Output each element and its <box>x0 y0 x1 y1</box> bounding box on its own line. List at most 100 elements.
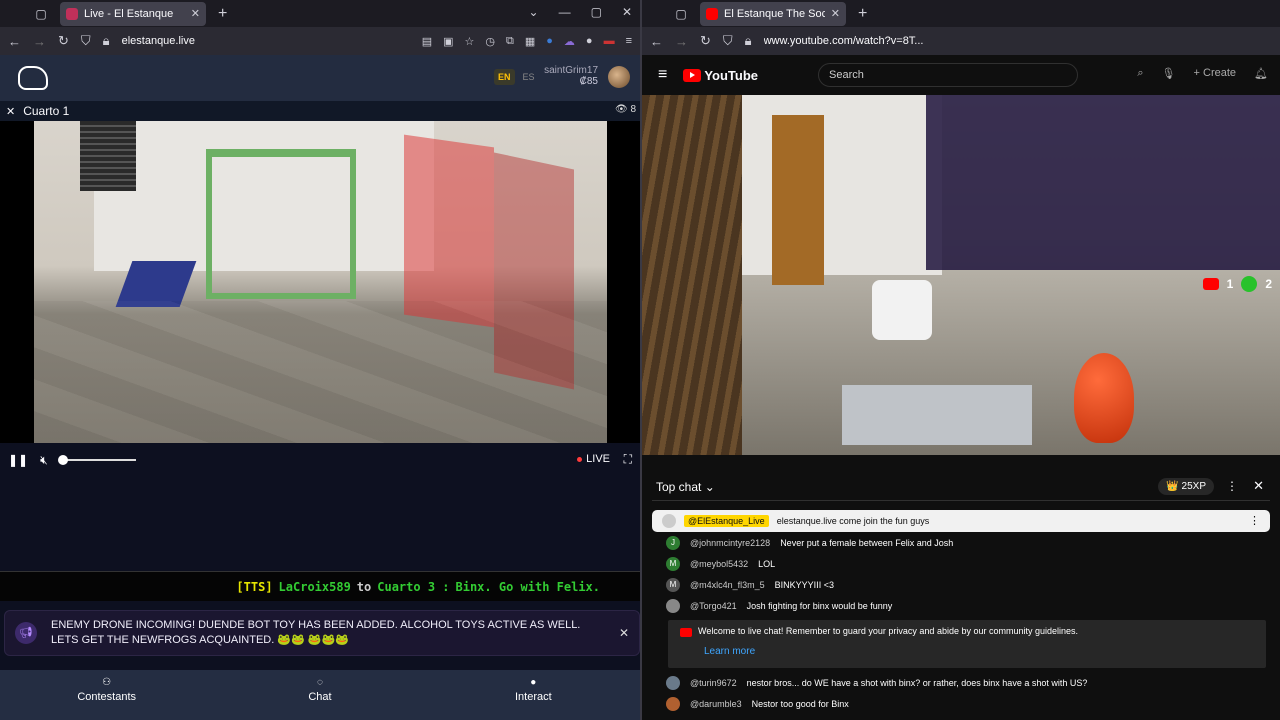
avatar <box>666 598 680 613</box>
camera-feed-image <box>34 121 607 443</box>
tab-list-icon[interactable]: ⌄ <box>529 5 539 19</box>
live-chat: Top chat ⌄ 👑 25XP ⋮ ✕ @ElEstanque_Live e… <box>652 473 1270 720</box>
lock-icon: 🔒︎ <box>744 33 752 48</box>
volume-slider[interactable] <box>57 455 136 465</box>
nav-chat[interactable]: ◌ Chat <box>213 670 426 720</box>
minimize-icon[interactable]: — <box>559 5 571 19</box>
close-room-icon[interactable]: ✕ <box>6 105 15 118</box>
forward-icon[interactable]: → <box>33 34 46 49</box>
back-icon[interactable]: ← <box>8 34 21 49</box>
tab-overview-icon[interactable]: ▢ <box>670 7 692 21</box>
lang-en-button[interactable]: EN <box>494 69 515 85</box>
nav-interact[interactable]: ● Interact <box>427 670 640 720</box>
bottom-nav: ⚇ Contestants ◌ Chat ● Interact <box>0 670 640 720</box>
shield-icon[interactable]: ⛉ <box>81 33 91 49</box>
bell-icon[interactable]: 🔔︎ <box>1254 67 1268 80</box>
youtube-logo[interactable]: YouTube <box>683 68 758 83</box>
search-icon[interactable]: ⌕ <box>1137 67 1143 80</box>
pinned-message[interactable]: @ElEstanque_Live elestanque.live come jo… <box>652 510 1270 532</box>
left-nav-bar: ← → ↻ ⛉ 🔒︎ elestanque.live ▤ ▣ ☆ ◷ ⧉ ▦ ●… <box>0 27 640 55</box>
mute-icon[interactable]: 🔇︎ <box>40 453 48 468</box>
chat-text: BINKYYYIII <3 <box>774 579 834 590</box>
bookmark-star-icon[interactable]: ☆ <box>465 35 475 48</box>
back-icon[interactable]: ← <box>650 34 663 49</box>
pause-icon[interactable]: ❚❚ <box>8 453 28 467</box>
forward-icon[interactable]: → <box>675 34 688 49</box>
cloud-addon-icon[interactable]: ☁ <box>564 35 575 48</box>
chat-message[interactable]: M @m4xlc4n_fl3m_5 BINKYYYIII <3 <box>652 574 1270 595</box>
pinned-more-icon[interactable]: ⋮ <box>1249 514 1260 527</box>
close-announcement-icon[interactable]: ✕ <box>619 626 629 640</box>
learn-more-link[interactable]: Learn more <box>678 646 1256 657</box>
nav-contestants[interactable]: ⚇ Contestants <box>0 670 213 720</box>
chat-message[interactable]: M @meybol5432 LOL <box>652 553 1270 574</box>
left-active-tab[interactable]: Live - El Estanque ✕ <box>60 1 206 26</box>
youtube-video-player[interactable]: 1 2 <box>642 95 1280 455</box>
reload-icon[interactable]: ↻ <box>700 33 711 49</box>
favicon-icon <box>66 7 78 20</box>
chat-mode-dropdown[interactable]: Top chat ⌄ <box>656 480 715 494</box>
people-icon: ⚇ <box>102 677 112 688</box>
youtube-favicon-icon <box>706 7 718 20</box>
chat-author[interactable]: @turin9672 <box>690 678 737 688</box>
avatar: M <box>666 556 680 571</box>
reader-icon[interactable]: ▤ <box>422 35 432 48</box>
shield-icon[interactable]: ⛉ <box>723 33 733 49</box>
viewer-count: 👁︎ 8 <box>615 104 636 115</box>
circle-addon-icon[interactable]: ● <box>546 35 553 48</box>
youtube-search-input[interactable]: Search <box>818 63 1078 87</box>
chat-author[interactable]: @johnmcintyre2128 <box>690 538 770 548</box>
addon-icon[interactable]: ▦ <box>525 35 535 48</box>
close-tab-icon[interactable]: ✕ <box>191 7 200 20</box>
avatar <box>666 675 680 690</box>
youtube-count: 1 <box>1226 277 1234 291</box>
create-button[interactable]: + Create <box>1194 67 1237 80</box>
lang-es-button[interactable]: ES <box>521 69 537 85</box>
avatar[interactable] <box>608 66 630 88</box>
xp-badge[interactable]: 👑 25XP <box>1158 478 1214 495</box>
extensions-icon[interactable]: ⧉ <box>506 35 514 48</box>
url-field[interactable]: elestanque.live <box>122 35 410 47</box>
chat-message[interactable]: @turin9672 nestor bros... do WE have a sh… <box>652 672 1270 693</box>
menu-icon[interactable]: ≡ <box>626 35 632 48</box>
fullscreen-icon[interactable]: ⛶ <box>624 452 632 467</box>
right-active-tab[interactable]: El Estanque The Social Expe ✕ <box>700 1 846 26</box>
url-field[interactable]: www.youtube.com/watch?v=8T... <box>764 35 1272 47</box>
screenshot-icon[interactable]: ▣ <box>443 35 453 48</box>
flag-addon-icon[interactable]: ▬ <box>604 35 615 48</box>
chat-message[interactable]: J @johnmcintyre2128 Never put a female bet… <box>652 532 1270 553</box>
new-tab-icon[interactable]: + <box>858 5 867 23</box>
youtube-play-icon <box>683 68 702 82</box>
avatar <box>662 514 676 528</box>
close-chat-icon[interactable]: ✕ <box>1253 478 1264 494</box>
stream-video-image <box>642 95 1280 455</box>
mic-icon[interactable]: 🎙︎ <box>1162 67 1176 80</box>
chat-messages-lower: @turin9672 nestor bros... do WE have a sh… <box>652 672 1270 714</box>
chat-author[interactable]: @Torgo421 <box>690 601 737 611</box>
user-info[interactable]: saintGrim17 ₡85 <box>540 65 598 87</box>
chat-author[interactable]: @m4xlc4n_fl3m_5 <box>690 580 765 590</box>
maximize-icon[interactable]: ▢ <box>591 5 602 19</box>
history-icon[interactable]: ◷ <box>485 35 495 48</box>
tab-overview-icon[interactable]: ▢ <box>30 7 52 21</box>
lock-icon: 🔒︎ <box>102 33 110 48</box>
guidelines-text: Welcome to live chat! Remember to guard … <box>698 626 1079 636</box>
chat-more-icon[interactable]: ⋮ <box>1226 479 1238 493</box>
chat-message[interactable]: @darumble3 Nestor too good for Binx <box>652 693 1270 714</box>
pinned-author: @ElEstanque_Live <box>684 515 769 527</box>
chat-author[interactable]: @darumble3 <box>690 699 742 709</box>
frog-logo-icon[interactable] <box>18 66 48 90</box>
chat-message[interactable]: @Torgo421 Josh fighting for binx would be… <box>652 595 1270 616</box>
webcam-overlay <box>926 95 1280 270</box>
right-browser-window: ▢ El Estanque The Social Expe ✕ + ← → ↻ … <box>642 0 1280 720</box>
room-video-player[interactable] <box>0 121 640 443</box>
new-tab-icon[interactable]: + <box>218 5 227 23</box>
ticker-user: LaCroix589 <box>278 579 351 594</box>
reload-icon[interactable]: ↻ <box>58 33 69 49</box>
close-tab-icon[interactable]: ✕ <box>831 7 840 20</box>
app-header: EN ES saintGrim17 ₡85 <box>0 55 640 101</box>
close-window-icon[interactable]: ✕ <box>622 5 632 19</box>
chat-author[interactable]: @meybol5432 <box>690 559 748 569</box>
hamburger-menu-icon[interactable]: ≡ <box>658 66 667 84</box>
profile-icon[interactable]: ● <box>586 35 593 48</box>
